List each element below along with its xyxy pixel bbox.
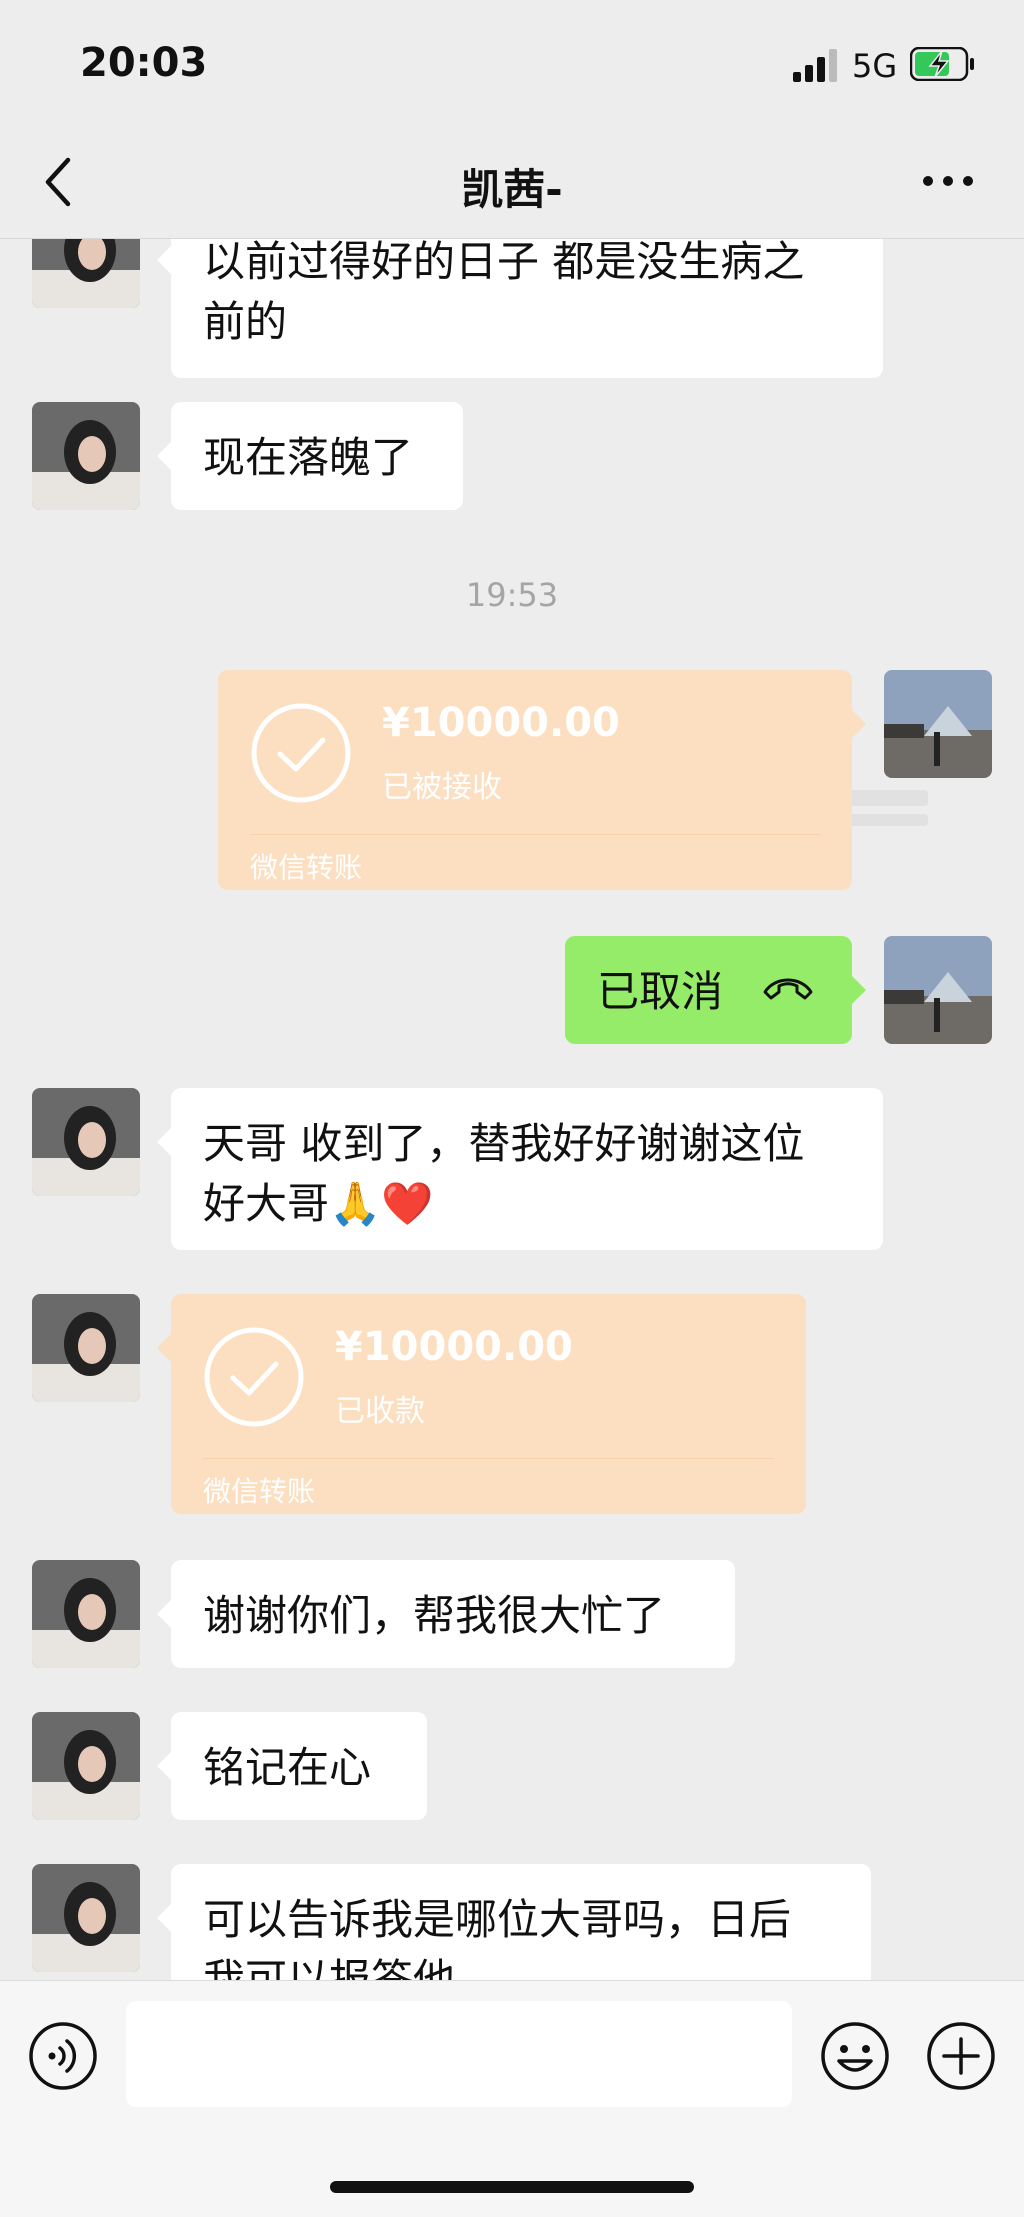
status-time: 20:03 bbox=[80, 40, 208, 86]
chat-header: 凯茜- bbox=[0, 130, 1024, 239]
message-text: 以前过得好的日子 都是没生病之 bbox=[203, 238, 805, 286]
message-text: 我可以报答他 bbox=[203, 1955, 456, 1980]
message-timestamp: 19:53 bbox=[465, 576, 559, 614]
transfer-card[interactable]: ¥10000.00 已收款 微信转账 bbox=[157, 1294, 806, 1514]
status-bar: 20:03 5G bbox=[0, 0, 1024, 130]
voice-input-icon[interactable] bbox=[28, 2021, 98, 2091]
input-bar bbox=[0, 1980, 1024, 2217]
contact-avatar[interactable] bbox=[32, 402, 140, 510]
check-circle-icon bbox=[251, 703, 351, 803]
call-record-bubble[interactable]: 已取消 bbox=[565, 936, 866, 1044]
message-input[interactable] bbox=[126, 2001, 792, 2107]
message-bubble[interactable]: 铭记在心 bbox=[157, 1712, 427, 1820]
contact-avatar[interactable] bbox=[32, 238, 140, 308]
transfer-amount: ¥10000.00 bbox=[335, 1324, 573, 1370]
message-bubble[interactable]: 现在落魄了 bbox=[157, 402, 463, 510]
message-text: 可以告诉我是哪位大哥吗，日后 bbox=[203, 1895, 792, 1944]
call-status-text: 已取消 bbox=[597, 967, 724, 1016]
my-avatar[interactable] bbox=[884, 670, 992, 778]
message-bubble[interactable]: 可以告诉我是哪位大哥吗，日后 我可以报答他 bbox=[157, 1864, 871, 1980]
message-list[interactable]: 以前过得好的日子 都是没生病之 前的 现在落魄了 19:53 ¥10000.00… bbox=[0, 238, 1024, 1980]
transfer-card[interactable]: ¥10000.00 已被接收 微信转账 bbox=[218, 670, 866, 890]
transfer-status: 已被接收 bbox=[382, 770, 502, 805]
contact-avatar[interactable] bbox=[32, 1294, 140, 1402]
transfer-label: 微信转账 bbox=[203, 1475, 316, 1508]
transfer-amount: ¥10000.00 bbox=[382, 700, 620, 746]
network-type: 5G bbox=[852, 47, 898, 85]
chat-title: 凯茜- bbox=[461, 165, 563, 214]
transfer-label: 微信转账 bbox=[250, 851, 363, 884]
contact-avatar[interactable] bbox=[32, 1560, 140, 1668]
check-circle-icon bbox=[204, 1327, 304, 1427]
message-text: 谢谢你们，帮我很大忙了 bbox=[203, 1591, 666, 1640]
message-text: 铭记在心 bbox=[203, 1743, 372, 1792]
transfer-status: 已收款 bbox=[335, 1394, 425, 1429]
battery-charging-icon bbox=[910, 47, 974, 81]
contact-avatar[interactable] bbox=[32, 1712, 140, 1820]
message-bubble[interactable]: 以前过得好的日子 都是没生病之 前的 bbox=[157, 238, 883, 378]
contact-avatar[interactable] bbox=[32, 1088, 140, 1196]
message-text: 天哥 收到了，替我好好谢谢这位 bbox=[203, 1119, 805, 1168]
my-avatar[interactable] bbox=[884, 936, 992, 1044]
more-options-icon[interactable] bbox=[920, 166, 976, 196]
phone-hangup-icon bbox=[763, 978, 813, 1000]
signal-icon bbox=[793, 49, 837, 82]
message-bubble[interactable]: 天哥 收到了，替我好好谢谢这位 好大哥🙏❤️ bbox=[157, 1088, 883, 1250]
more-functions-plus-icon[interactable] bbox=[926, 2021, 996, 2091]
message-bubble[interactable]: 谢谢你们，帮我很大忙了 bbox=[157, 1560, 735, 1668]
contact-avatar[interactable] bbox=[32, 1864, 140, 1972]
message-text: 前的 bbox=[203, 297, 288, 346]
transfer-divider bbox=[250, 834, 820, 835]
transfer-divider bbox=[203, 1458, 774, 1459]
message-text: 好大哥🙏❤️ bbox=[203, 1179, 434, 1228]
home-indicator[interactable] bbox=[330, 2181, 694, 2193]
message-text: 现在落魄了 bbox=[203, 433, 414, 482]
emoji-icon[interactable] bbox=[820, 2021, 890, 2091]
